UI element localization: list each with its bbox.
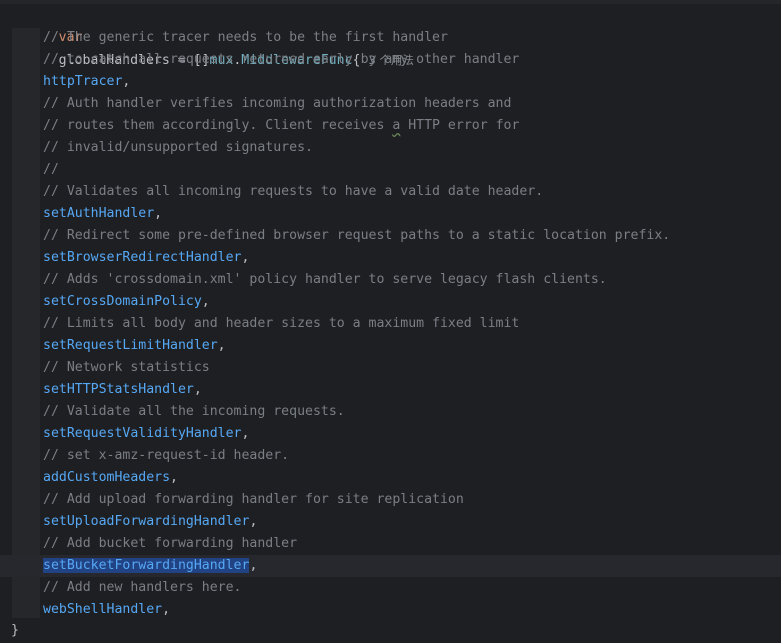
code-line[interactable]: // set x-amz-request-id header. — [0, 445, 781, 467]
comma: , — [122, 74, 131, 89]
code-line[interactable]: // to catch all requests returned early … — [0, 49, 781, 71]
code-line[interactable]: // invalid/unsupported signatures. — [0, 137, 781, 159]
code-editor[interactable]: var globalHandlers = []mux.MiddlewareFun… — [0, 0, 781, 643]
code-line[interactable]: addCustomHeaders, — [0, 467, 781, 489]
code-comment: // Network statistics — [43, 360, 210, 375]
code-comment: // Validate all the incoming requests. — [43, 404, 345, 419]
code-line[interactable]: // Validate all the incoming requests. — [0, 401, 781, 423]
comma: , — [241, 426, 250, 441]
code-line[interactable]: // Add upload forwarding handler for sit… — [0, 489, 781, 511]
handler-reference[interactable]: setRequestLimitHandler — [43, 338, 218, 353]
close-brace: } — [11, 623, 19, 638]
code-line[interactable]: // Adds 'crossdomain.xml' policy handler… — [0, 269, 781, 291]
code-line[interactable]: // The generic tracer needs to be the fi… — [0, 27, 781, 49]
comma: , — [154, 206, 163, 221]
code-comment: // — [43, 162, 59, 177]
code-comment: // set x-amz-request-id header. — [43, 448, 290, 463]
handler-reference[interactable]: addCustomHeaders — [43, 470, 170, 485]
code-comment: HTTP error for — [400, 118, 520, 133]
comma: , — [217, 338, 226, 353]
code-comment: // invalid/unsupported signatures. — [43, 140, 313, 155]
code-line[interactable]: setBucketForwardingHandler, — [0, 555, 781, 577]
code-line[interactable]: // routes them accordingly. Client recei… — [0, 115, 781, 137]
comma: , — [241, 250, 250, 265]
code-comment: // Adds 'crossdomain.xml' policy handler… — [43, 272, 607, 287]
handler-reference[interactable]: setBrowserRedirectHandler — [43, 250, 242, 265]
code-line[interactable]: // Auth handler verifies incoming author… — [0, 93, 781, 115]
comma: , — [193, 382, 202, 397]
handler-reference[interactable]: setAuthHandler — [43, 206, 154, 221]
handler-reference[interactable]: webShellHandler — [43, 602, 162, 617]
code-comment: // Auth handler verifies incoming author… — [43, 96, 512, 111]
code-comment: // Redirect some pre-defined browser req… — [43, 228, 671, 243]
handler-reference[interactable]: setHTTPStatsHandler — [43, 382, 194, 397]
handler-reference[interactable]: setBucketForwardingHandler — [43, 558, 250, 573]
code-line[interactable]: setBrowserRedirectHandler, — [0, 247, 781, 269]
code-line[interactable]: // Add bucket forwarding handler — [0, 533, 781, 555]
code-line-declaration[interactable]: var globalHandlers = []mux.MiddlewareFun… — [0, 5, 781, 68]
code-line-closing[interactable]: } — [0, 620, 781, 642]
comma: , — [201, 294, 210, 309]
code-comment: // Add upload forwarding handler for sit… — [43, 492, 464, 507]
code-comment: // Validates all incoming requests to ha… — [43, 184, 544, 199]
code-line[interactable]: // Validates all incoming requests to ha… — [0, 181, 781, 203]
code-line[interactable]: // Limits all body and header sizes to a… — [0, 313, 781, 335]
code-line[interactable]: setHTTPStatsHandler, — [0, 379, 781, 401]
code-line[interactable]: setRequestLimitHandler, — [0, 335, 781, 357]
code-comment: // Limits all body and header sizes to a… — [43, 316, 520, 331]
comma: , — [162, 602, 171, 617]
code-line[interactable]: setCrossDomainPolicy, — [0, 291, 781, 313]
code-line[interactable]: webShellHandler, — [0, 599, 781, 621]
handler-reference[interactable]: setRequestValidityHandler — [43, 426, 242, 441]
code-comment: // The generic tracer needs to be the fi… — [43, 30, 448, 45]
previous-line-fragment — [0, 0, 781, 4]
code-comment: // to catch all requests returned early … — [43, 52, 520, 67]
code-line[interactable]: // Redirect some pre-defined browser req… — [0, 225, 781, 247]
handler-reference[interactable]: setCrossDomainPolicy — [43, 294, 202, 309]
comma: , — [249, 558, 258, 573]
handler-reference[interactable]: setUploadForwardingHandler — [43, 514, 249, 529]
code-line[interactable]: setAuthHandler, — [0, 203, 781, 225]
code-line[interactable]: // Network statistics — [0, 357, 781, 379]
handler-reference[interactable]: httpTracer — [43, 74, 122, 89]
code-comment: // Add new handlers here. — [43, 580, 242, 595]
code-comment: // routes them accordingly. Client recei… — [43, 118, 393, 133]
code-line[interactable]: setRequestValidityHandler, — [0, 423, 781, 445]
code-comment: // Add bucket forwarding handler — [43, 536, 298, 551]
code-line[interactable]: httpTracer, — [0, 71, 781, 93]
comma: , — [249, 514, 258, 529]
code-line[interactable]: // Add new handlers here. — [0, 577, 781, 599]
code-line[interactable]: // — [0, 159, 781, 181]
code-line[interactable]: setUploadForwardingHandler, — [0, 511, 781, 533]
comma: , — [170, 470, 178, 485]
